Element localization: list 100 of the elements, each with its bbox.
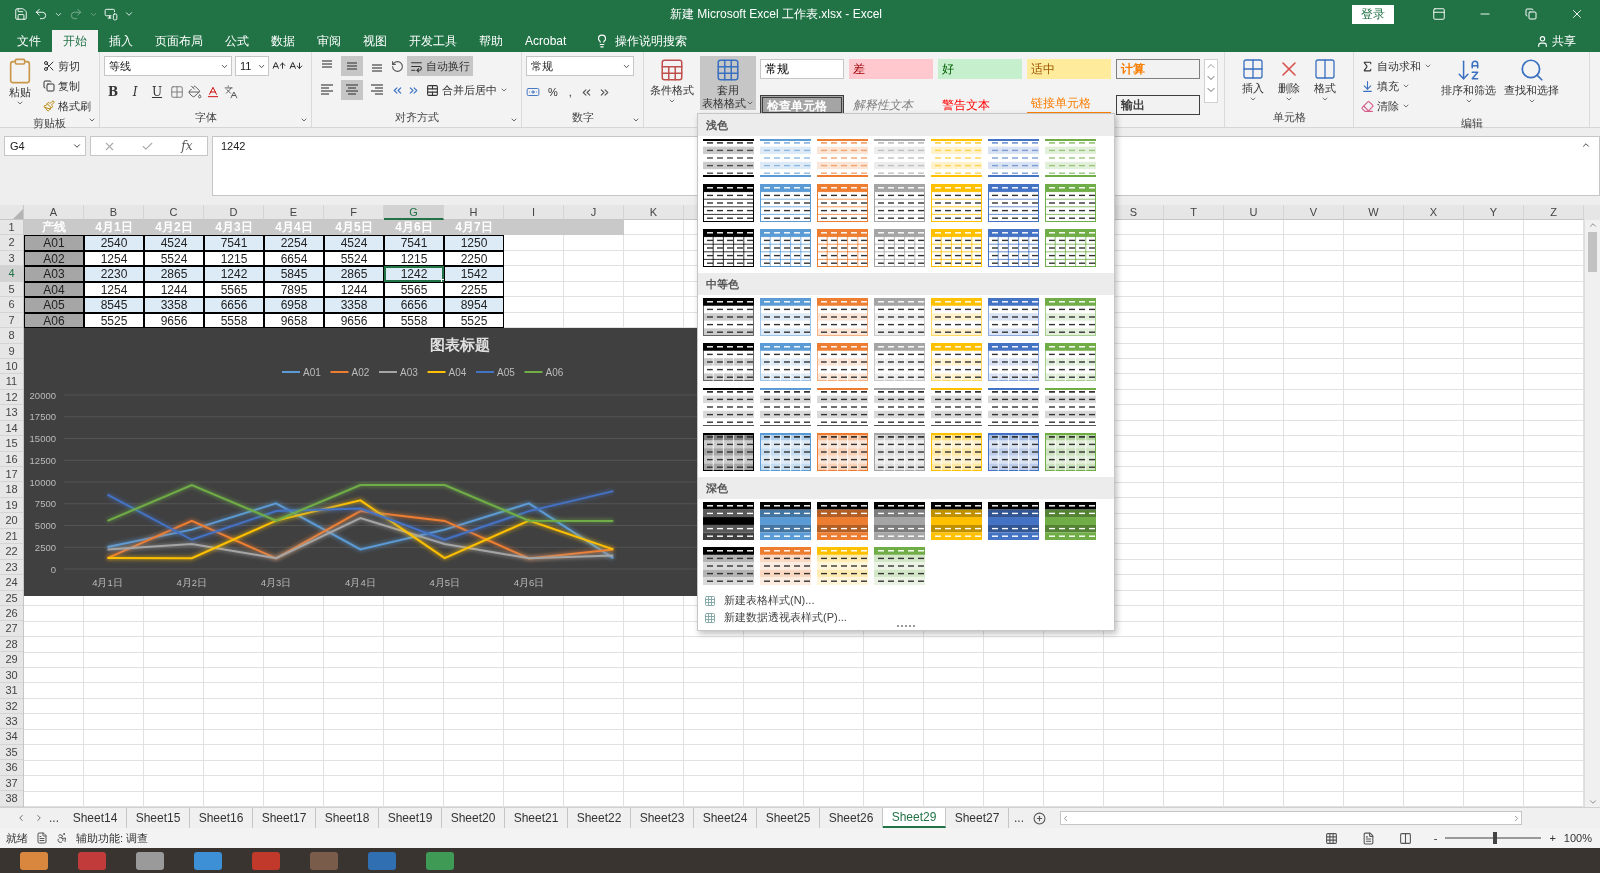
table-style-thumbnail[interactable] <box>817 502 868 540</box>
table-style-thumbnail[interactable] <box>760 184 811 222</box>
table-style-thumbnail[interactable] <box>703 298 754 336</box>
orientation-icon[interactable] <box>391 59 404 73</box>
menu-tab[interactable]: 视图 <box>352 30 398 52</box>
table-cell[interactable]: 4524 <box>144 235 204 251</box>
taskbar-app-icon[interactable] <box>426 851 454 870</box>
table-style-thumbnail[interactable] <box>874 433 925 471</box>
column-header[interactable]: E <box>264 205 324 220</box>
table-style-thumbnail[interactable] <box>703 433 754 471</box>
table-cell[interactable]: A01 <box>24 235 84 251</box>
customize-icon[interactable] <box>124 9 134 19</box>
table-style-thumbnail[interactable] <box>874 139 925 177</box>
fill-color-icon[interactable] <box>188 85 202 99</box>
row-header[interactable]: 15 <box>0 436 23 452</box>
row-header[interactable]: 38 <box>0 791 23 807</box>
table-cell[interactable]: 1542 <box>444 266 504 282</box>
table-cell[interactable]: 4524 <box>324 235 384 251</box>
row-header[interactable]: 14 <box>0 420 23 437</box>
table-style-thumbnail[interactable] <box>703 139 754 177</box>
row-header[interactable]: 21 <box>0 528 23 545</box>
font-name-field[interactable]: 等线 <box>104 56 232 76</box>
table-style-thumbnail[interactable] <box>1045 229 1096 267</box>
row-header[interactable]: 16 <box>0 451 23 467</box>
next-sheet-icon[interactable] <box>34 813 44 823</box>
table-style-thumbnail[interactable] <box>988 388 1039 426</box>
column-header[interactable]: C <box>144 205 204 220</box>
table-style-thumbnail[interactable] <box>817 229 868 267</box>
row-header[interactable]: 5 <box>0 281 23 298</box>
row-header[interactable]: 12 <box>0 389 23 406</box>
page-break-icon[interactable] <box>1398 831 1412 845</box>
row-header[interactable]: 34 <box>0 729 23 745</box>
dialog-launcher-icon[interactable] <box>88 116 96 124</box>
table-style-thumbnail[interactable] <box>874 502 925 540</box>
column-header[interactable]: D <box>204 205 264 220</box>
row-header[interactable]: 35 <box>0 744 23 761</box>
table-cell[interactable]: 7541 <box>204 235 264 251</box>
zoom-thumb[interactable] <box>1493 832 1498 844</box>
table-cell[interactable]: 2865 <box>324 266 384 282</box>
table-style-thumbnail[interactable] <box>817 388 868 426</box>
restore-icon[interactable] <box>1525 8 1537 20</box>
comma-button[interactable]: , <box>565 82 575 102</box>
table-cell[interactable]: 2540 <box>84 235 144 251</box>
bold-button[interactable]: B <box>104 82 122 102</box>
share-button[interactable]: 共享 <box>1530 30 1582 52</box>
menu-tab[interactable]: 文件 <box>6 30 52 52</box>
wrap-text-button[interactable]: 自动换行 <box>407 56 473 76</box>
table-style-thumbnail[interactable] <box>1045 388 1096 426</box>
row-header[interactable]: 33 <box>0 714 23 730</box>
format-painter-button[interactable]: 格式刷 <box>40 96 94 116</box>
table-style-thumbnail[interactable] <box>988 139 1039 177</box>
column-header[interactable]: T <box>1164 205 1224 220</box>
row-header[interactable]: 11 <box>0 374 23 390</box>
column-header[interactable]: U <box>1224 205 1284 220</box>
column-header[interactable]: J <box>564 205 624 220</box>
table-style-thumbnail[interactable] <box>703 547 754 585</box>
close-icon[interactable] <box>1570 7 1584 21</box>
row-header[interactable]: 28 <box>0 636 23 653</box>
table-style-thumbnail[interactable] <box>1045 502 1096 540</box>
vertical-scrollbar[interactable] <box>1584 220 1600 807</box>
table-cell[interactable]: 1242 <box>204 266 264 282</box>
table-cell[interactable]: 2865 <box>144 266 204 282</box>
table-style-thumbnail[interactable] <box>760 547 811 585</box>
table-style-thumbnail[interactable] <box>760 388 811 426</box>
save-icon[interactable] <box>14 7 28 21</box>
table-style-thumbnail[interactable] <box>817 547 868 585</box>
taskbar-app-icon[interactable] <box>194 851 222 870</box>
table-cell[interactable]: 7541 <box>384 235 444 251</box>
normal-view-icon[interactable] <box>1324 831 1338 845</box>
sign-in-button[interactable]: 登录 <box>1352 4 1394 24</box>
delete-button[interactable]: 删除 <box>1275 56 1303 110</box>
name-box[interactable]: G4 <box>4 136 86 156</box>
fill-button[interactable]: 填充 <box>1358 76 1435 96</box>
column-header[interactable]: Y <box>1464 205 1524 220</box>
phonetic-icon[interactable] <box>224 85 238 99</box>
row-header[interactable]: 8 <box>0 328 23 344</box>
insert-button[interactable]: 插入 <box>1239 56 1267 110</box>
row-header[interactable]: 27 <box>0 621 23 637</box>
previous-sheet-icon[interactable] <box>16 813 26 823</box>
align-button[interactable] <box>341 80 363 100</box>
dialog-launcher-icon[interactable] <box>632 116 640 124</box>
table-cell[interactable]: 3358 <box>144 297 204 313</box>
dialog-launcher-icon[interactable] <box>300 116 308 124</box>
table-cell[interactable]: A05 <box>24 297 84 313</box>
find-select-button[interactable]: 查找和选择 <box>1502 56 1561 110</box>
currency-icon[interactable] <box>526 85 540 99</box>
number-format-field[interactable]: 常规 <box>526 56 634 76</box>
table-cell[interactable]: A03 <box>24 266 84 282</box>
cut-button[interactable]: 剪切 <box>40 56 94 76</box>
row-header[interactable]: 25 <box>0 590 23 606</box>
merge-center-button[interactable]: 合并后居中 <box>423 80 511 100</box>
insert-function-button[interactable]: fx <box>179 139 195 153</box>
table-cell[interactable]: 1242 <box>384 266 444 282</box>
row-header[interactable]: 6 <box>0 297 23 313</box>
row-header[interactable]: 10 <box>0 358 23 375</box>
table-style-thumbnail[interactable] <box>760 502 811 540</box>
table-style-thumbnail[interactable] <box>760 229 811 267</box>
format-button[interactable]: 格式 <box>1311 56 1339 110</box>
row-header[interactable]: 18 <box>0 482 23 498</box>
column-header[interactable]: Z <box>1524 205 1584 220</box>
